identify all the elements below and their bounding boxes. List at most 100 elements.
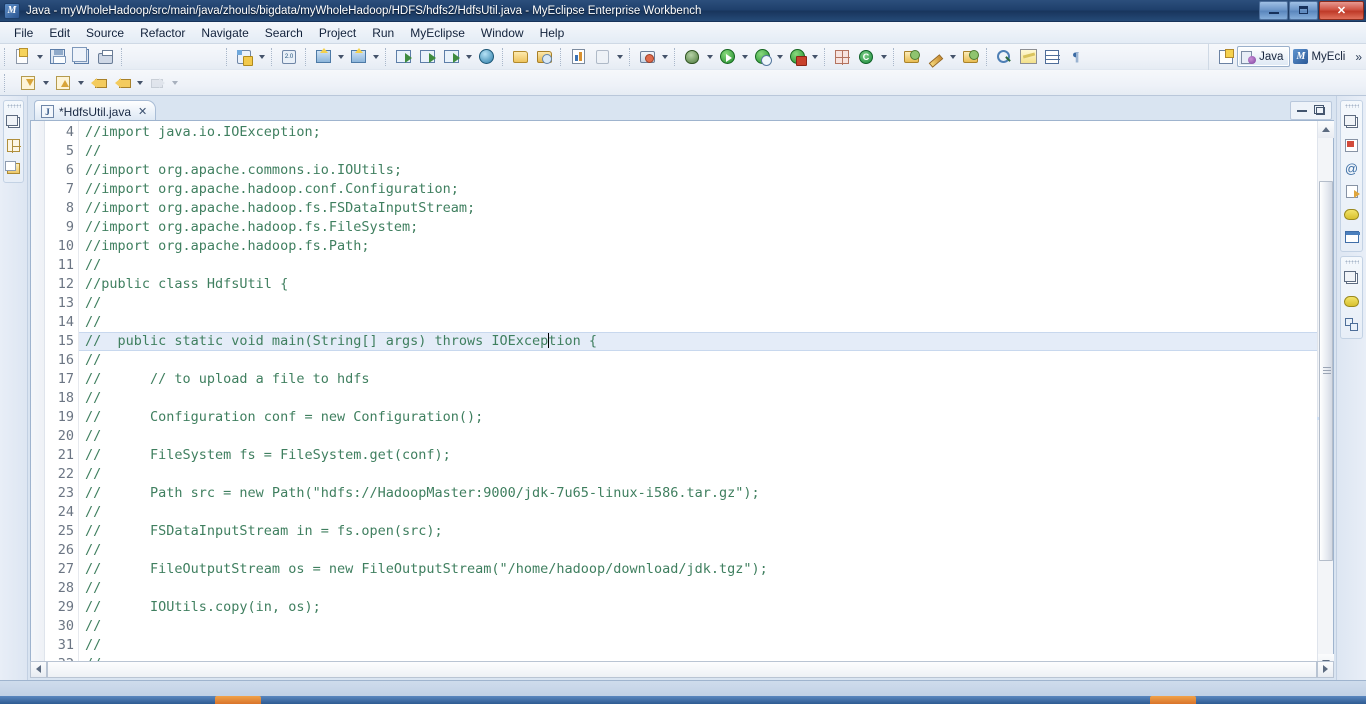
minimize-editor-button[interactable]: [1293, 103, 1310, 118]
drag-grip[interactable]: [6, 104, 21, 108]
code-line[interactable]: // Configuration conf = new Configuratio…: [85, 408, 1317, 427]
search-button[interactable]: [924, 46, 946, 68]
snapshot-dropdown[interactable]: [659, 46, 670, 68]
save-all-button[interactable]: [70, 46, 92, 68]
search-dropdown[interactable]: [947, 46, 958, 68]
outline-view-button[interactable]: [4, 135, 24, 155]
hadoop-location-view-button[interactable]: [1342, 291, 1362, 311]
code-line[interactable]: //: [85, 636, 1317, 655]
restore-left-views-button[interactable]: [4, 112, 24, 132]
code-line-current[interactable]: // public static void main(String[] args…: [79, 332, 1317, 351]
save-button[interactable]: [46, 46, 68, 68]
run-dropdown[interactable]: [739, 46, 750, 68]
forward-button[interactable]: [146, 72, 168, 94]
maximize-editor-button[interactable]: [1312, 103, 1329, 118]
code-line[interactable]: //: [85, 256, 1317, 275]
snapshot-button[interactable]: [636, 46, 658, 68]
db-refresh-button[interactable]: [533, 46, 555, 68]
taskbar-item[interactable]: [215, 696, 261, 704]
deploy-button[interactable]: [312, 46, 334, 68]
menu-myeclipse[interactable]: MyEclipse: [402, 24, 473, 42]
menu-source[interactable]: Source: [78, 24, 132, 42]
new-wizard-dropdown[interactable]: [34, 46, 45, 68]
code-line[interactable]: //: [85, 427, 1317, 446]
close-icon[interactable]: ✕: [138, 105, 147, 118]
vertical-scroll-thumb[interactable]: [1319, 181, 1333, 561]
toggle-mark-occurrences-button[interactable]: [1017, 46, 1039, 68]
new-project-dropdown[interactable]: [256, 46, 267, 68]
next-annotation-dropdown[interactable]: [40, 72, 51, 94]
toggle-breadcrumb-button[interactable]: [993, 46, 1015, 68]
import-button[interactable]: [392, 46, 414, 68]
code-line[interactable]: //import org.apache.hadoop.fs.FSDataInpu…: [85, 199, 1317, 218]
menu-search[interactable]: Search: [257, 24, 311, 42]
code-line[interactable]: // FileOutputStream os = new FileOutputS…: [85, 560, 1317, 579]
code-line[interactable]: //: [85, 579, 1317, 598]
new-wizard-button[interactable]: [11, 46, 33, 68]
server-button[interactable]: [440, 46, 462, 68]
code-line[interactable]: //: [85, 294, 1317, 313]
type-hierarchy-view-button[interactable]: [1342, 314, 1362, 334]
restore-window-button[interactable]: [1289, 0, 1318, 20]
problems-view-button[interactable]: [1342, 135, 1362, 155]
package-explorer-view-button[interactable]: [4, 158, 24, 178]
code-line[interactable]: // FileSystem fs = FileSystem.get(conf);: [85, 446, 1317, 465]
code-line[interactable]: // FSDataInputStream in = fs.open(src);: [85, 522, 1317, 541]
new-class-button[interactable]: C: [855, 46, 877, 68]
debug-button[interactable]: [681, 46, 703, 68]
menu-file[interactable]: File: [6, 24, 41, 42]
open-perspective-button[interactable]: [1215, 46, 1237, 68]
report-preview-button[interactable]: [591, 46, 613, 68]
open-db-button[interactable]: [509, 46, 531, 68]
editor-tab-hdfsutil[interactable]: J *HdfsUtil.java ✕: [34, 100, 157, 122]
menu-run[interactable]: Run: [364, 24, 402, 42]
code-line[interactable]: //import java.io.IOException;: [85, 123, 1317, 142]
forward-dropdown[interactable]: [169, 72, 180, 94]
print-button[interactable]: [94, 46, 116, 68]
javadoc-view-button[interactable]: @: [1342, 158, 1362, 178]
code-editor[interactable]: 4 5 6 7 8 9 10 11 12 13 14 15 16 17 18 19 20 21 22 23 24 25 26…: [30, 120, 1334, 672]
code-line[interactable]: //: [85, 351, 1317, 370]
editor-horizontal-scrollbar[interactable]: [30, 658, 1334, 680]
back-button[interactable]: [111, 72, 133, 94]
code-line[interactable]: //import org.apache.hadoop.fs.Path;: [85, 237, 1317, 256]
code-line[interactable]: // // to upload a file to hdfs: [85, 370, 1317, 389]
code-line[interactable]: //: [85, 142, 1317, 161]
annotation-ruler[interactable]: [31, 121, 45, 671]
browser-button[interactable]: [475, 46, 497, 68]
code-line[interactable]: // IOUtils.copy(in, os);: [85, 598, 1317, 617]
previous-annotation-dropdown[interactable]: [75, 72, 86, 94]
open-type-button[interactable]: [900, 46, 922, 68]
back-dropdown[interactable]: [134, 72, 145, 94]
hadoop-view-button[interactable]: [1342, 204, 1362, 224]
server-dropdown[interactable]: [463, 46, 474, 68]
undeploy-button[interactable]: [347, 46, 369, 68]
drag-grip[interactable]: [1344, 260, 1359, 264]
code-line[interactable]: //import org.apache.hadoop.fs.FileSystem…: [85, 218, 1317, 237]
toggle-block-selection-button[interactable]: [1041, 46, 1063, 68]
menu-window[interactable]: Window: [473, 24, 532, 42]
open-resource-button[interactable]: [959, 46, 981, 68]
code-line[interactable]: //public class HdfsUtil {: [85, 275, 1317, 294]
code-line[interactable]: //: [85, 389, 1317, 408]
report-preview-dropdown[interactable]: [614, 46, 625, 68]
code-viewport[interactable]: //import java.io.IOException;////import …: [79, 121, 1317, 671]
scroll-right-button[interactable]: [1317, 660, 1334, 678]
code-text[interactable]: //import java.io.IOException;////import …: [79, 121, 1317, 671]
code-line[interactable]: //: [85, 465, 1317, 484]
menu-refactor[interactable]: Refactor: [132, 24, 193, 42]
new-project-wizard-button[interactable]: [233, 46, 255, 68]
perspective-myeclipse[interactable]: M MyEcli: [1290, 46, 1351, 67]
toggle-whitespace-button[interactable]: ¶: [1065, 46, 1087, 68]
code-line[interactable]: //: [85, 617, 1317, 636]
perspective-overflow-button[interactable]: »: [1351, 50, 1366, 64]
web-2-0-button[interactable]: 2.0: [278, 46, 300, 68]
last-edit-location-button[interactable]: [87, 72, 109, 94]
new-package-button[interactable]: [831, 46, 853, 68]
debug-dropdown[interactable]: [704, 46, 715, 68]
scroll-left-button[interactable]: [30, 660, 47, 678]
new-class-dropdown[interactable]: [878, 46, 889, 68]
declaration-view-button[interactable]: [1342, 181, 1362, 201]
run-button[interactable]: [716, 46, 738, 68]
restore-right-views-button-2[interactable]: [1342, 268, 1362, 288]
